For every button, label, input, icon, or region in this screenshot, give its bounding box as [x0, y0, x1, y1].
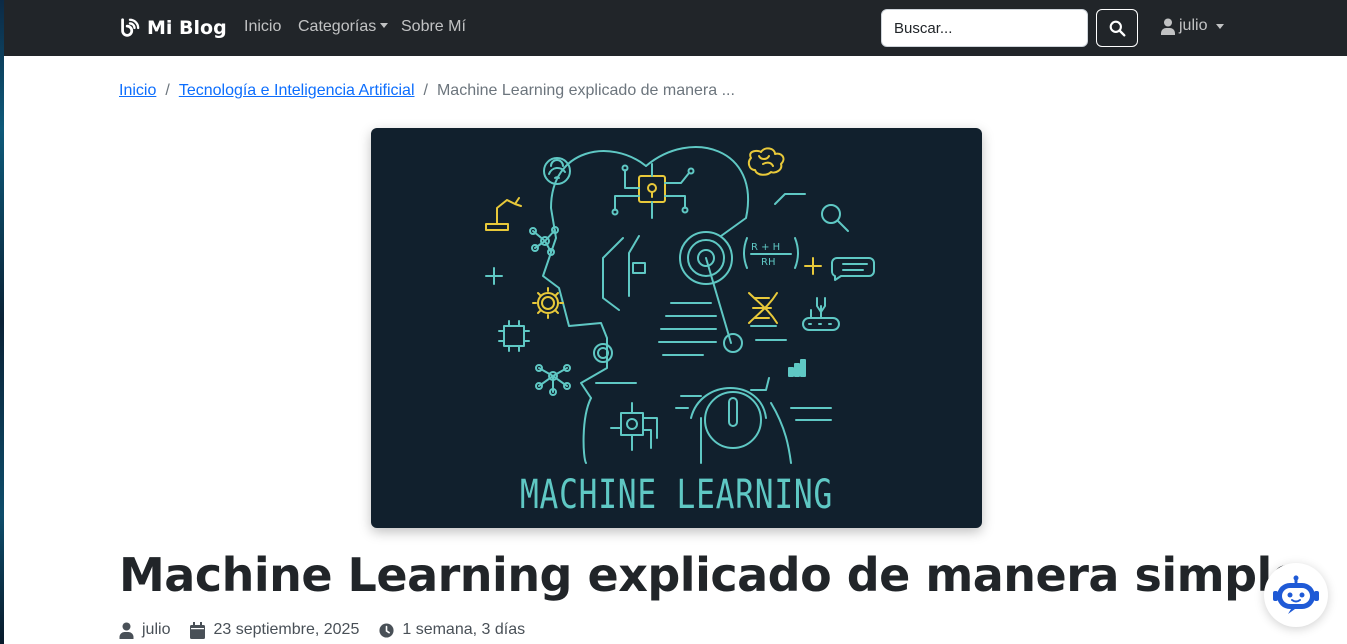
post-date: 23 septiembre, 2025 — [190, 621, 359, 639]
post-featured-image: R + H RH MACHINE LEARNING — [371, 128, 982, 528]
calendar-icon — [190, 621, 206, 639]
chevron-down-icon — [380, 23, 389, 28]
post-date-text: 23 septiembre, 2025 — [213, 621, 360, 638]
post-author-name: julio — [142, 621, 171, 638]
svg-text:R + H: R + H — [751, 242, 780, 253]
top-navbar: Mi Blog Inicio Categorías Sobre Mí julio — [4, 0, 1347, 56]
breadcrumb-link-inicio[interactable]: Inicio — [119, 82, 156, 100]
nav-link-sobre-mi[interactable]: Sobre Mí — [401, 18, 466, 36]
clock-icon — [379, 622, 394, 638]
search-button[interactable] — [1096, 9, 1138, 47]
search-input[interactable] — [881, 9, 1088, 47]
svg-text:RH: RH — [761, 257, 775, 268]
user-menu-dropdown[interactable]: julio — [1161, 17, 1225, 35]
page-background-edge — [0, 0, 4, 644]
blog-rss-icon — [121, 18, 140, 37]
post-reading-time: 1 semana, 3 días — [379, 621, 525, 639]
user-icon — [1161, 18, 1175, 35]
nav-categorias-label: Categorías — [298, 18, 377, 35]
ai-head-circuit-illustration: R + H RH — [485, 146, 875, 464]
chevron-down-icon — [1216, 23, 1225, 29]
brand-link[interactable]: Mi Blog — [118, 14, 227, 42]
breadcrumb: Inicio / Tecnología e Inteligencia Artif… — [119, 82, 735, 100]
brand-name: Mi Blog — [147, 17, 227, 39]
user-name: julio — [1179, 17, 1208, 34]
user-icon — [119, 622, 134, 639]
breadcrumb-current: Machine Learning explicado de manera ... — [436, 82, 735, 99]
post-reading-time-text: 1 semana, 3 días — [402, 621, 526, 638]
breadcrumb-link-category[interactable]: Tecnología e Inteligencia Artificial — [179, 82, 415, 100]
search-icon — [1109, 20, 1125, 36]
chat-widget-button[interactable] — [1264, 563, 1328, 627]
nav-link-inicio[interactable]: Inicio — [244, 18, 281, 36]
post-author: julio — [119, 621, 170, 639]
breadcrumb-separator: / — [423, 82, 428, 99]
breadcrumb-separator: / — [165, 82, 170, 99]
post-title: Machine Learning explicado de manera sim… — [119, 548, 1303, 602]
robot-chat-icon — [1273, 575, 1319, 614]
hero-caption: MACHINE LEARNING — [519, 472, 834, 518]
nav-dropdown-categorias[interactable]: Categorías — [298, 18, 389, 36]
post-meta: julio 23 septiembre, 2025 1 semana, 3 dí… — [119, 621, 545, 639]
